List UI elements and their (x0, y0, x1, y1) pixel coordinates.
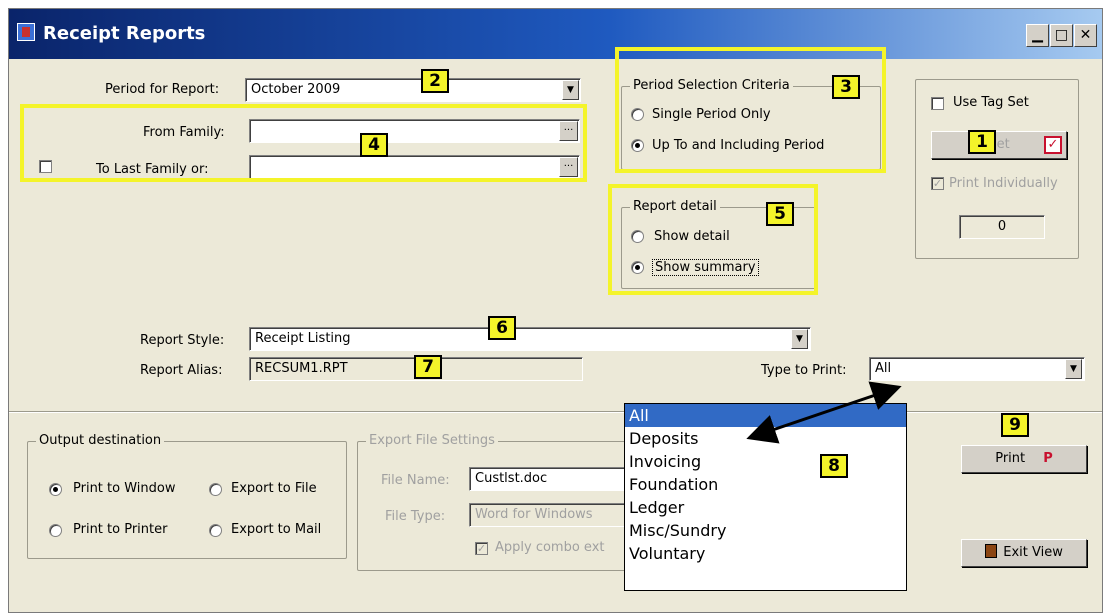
file-type-label: File Type: (385, 509, 446, 524)
callout-8: 8 (820, 454, 848, 478)
window-title: Receipt Reports (43, 23, 206, 44)
file-type-select[interactable]: Word for Windows (469, 503, 639, 527)
print-button[interactable]: Print P (961, 445, 1087, 473)
callout-5: 5 (766, 202, 794, 226)
list-item[interactable]: All (625, 404, 906, 427)
callout-1: 1 (968, 130, 996, 154)
period-select[interactable]: October 2009 (245, 78, 581, 102)
radio-export-to-file[interactable] (209, 483, 222, 496)
tag-count-value: 0 (997, 219, 1007, 234)
report-style-dropdown-button[interactable]: ▼ (791, 329, 808, 349)
highlight-box-3 (615, 47, 886, 173)
print-button-label: Print (995, 451, 1026, 466)
type-to-print-select[interactable]: All (869, 357, 1085, 381)
tag-count-field: 0 (959, 215, 1045, 239)
output-destination-legend: Output destination (36, 433, 165, 448)
file-name-input[interactable]: Custlst.doc (469, 467, 639, 491)
chevron-down-icon: ▼ (1070, 364, 1077, 374)
list-item[interactable]: Foundation (625, 473, 906, 496)
use-tag-set-label: Use Tag Set (953, 95, 1029, 110)
receipt-reports-window: Receipt Reports ▁ □ ✕ Period for Report:… (8, 8, 1103, 613)
period-value: October 2009 (251, 82, 341, 97)
radio-print-to-printer[interactable] (49, 524, 62, 537)
period-label: Period for Report: (105, 82, 220, 97)
exit-view-label: Exit View (1003, 545, 1063, 560)
callout-7: 7 (414, 355, 442, 379)
minimize-button[interactable]: ▁ (1026, 24, 1049, 47)
close-button[interactable]: ✕ (1074, 24, 1097, 47)
list-item[interactable]: Deposits (625, 427, 906, 450)
output-destination-group: Output destination (27, 433, 347, 559)
file-name-value: Custlst.doc (475, 471, 548, 486)
print-to-window-label: Print to Window (73, 481, 176, 496)
callout-2: 2 (421, 69, 449, 93)
report-style-select[interactable]: Receipt Listing (249, 327, 811, 351)
report-style-value: Receipt Listing (255, 331, 351, 346)
highlight-box-4 (20, 104, 587, 182)
exit-door-icon (985, 544, 998, 558)
callout-3: 3 (832, 75, 860, 99)
radio-export-to-mail[interactable] (209, 524, 222, 537)
chevron-down-icon: ▼ (567, 85, 574, 95)
highlight-box-5 (608, 184, 818, 295)
use-tag-set-checkbox[interactable] (931, 97, 944, 110)
print-individually-label: Print Individually (949, 176, 1058, 191)
apply-combo-checkbox[interactable]: ✓ (475, 542, 488, 555)
export-to-file-label: Export to File (231, 481, 317, 496)
callout-4: 4 (360, 133, 388, 157)
apply-combo-label: Apply combo ext (495, 540, 605, 555)
list-item[interactable]: Voluntary (625, 542, 906, 565)
close-icon: ✕ (1079, 27, 1092, 43)
minimize-icon: ▁ (1032, 27, 1043, 43)
file-name-label: File Name: (381, 473, 450, 488)
period-dropdown-button[interactable]: ▼ (562, 80, 579, 100)
export-to-mail-label: Export to Mail (231, 522, 322, 537)
callout-6: 6 (488, 316, 516, 340)
checkbox-tick-icon: ✓ (1044, 136, 1062, 154)
export-settings-legend: Export File Settings (366, 433, 498, 448)
list-item[interactable]: Invoicing (625, 450, 906, 473)
file-type-value: Word for Windows (475, 507, 593, 522)
title-bar[interactable]: Receipt Reports ▁ □ ✕ (9, 9, 1102, 59)
list-item[interactable]: Misc/Sundry (625, 519, 906, 542)
print-individually-checkbox[interactable]: ✓ (931, 177, 944, 190)
maximize-icon: □ (1054, 27, 1069, 43)
tag-set-button[interactable]: Set ✓ (931, 131, 1067, 159)
report-style-label: Report Style: (140, 333, 225, 348)
type-to-print-dropdown-button[interactable]: ▼ (1065, 359, 1082, 379)
app-icon (17, 23, 35, 41)
chevron-down-icon: ▼ (796, 334, 803, 344)
callout-9: 9 (1001, 413, 1029, 437)
section-divider (9, 411, 1102, 413)
report-alias-label: Report Alias: (140, 363, 223, 378)
type-to-print-label: Type to Print: (761, 363, 847, 378)
print-hotkey: P (1043, 451, 1053, 466)
maximize-button[interactable]: □ (1050, 24, 1073, 47)
report-alias-value: RECSUM1.RPT (255, 361, 348, 376)
radio-print-to-window[interactable] (49, 483, 62, 496)
print-to-printer-label: Print to Printer (73, 522, 168, 537)
type-to-print-value: All (875, 361, 892, 376)
type-to-print-list[interactable]: All Deposits Invoicing Foundation Ledger… (624, 403, 907, 591)
list-item[interactable]: Ledger (625, 496, 906, 519)
exit-view-button[interactable]: Exit View (961, 539, 1087, 567)
